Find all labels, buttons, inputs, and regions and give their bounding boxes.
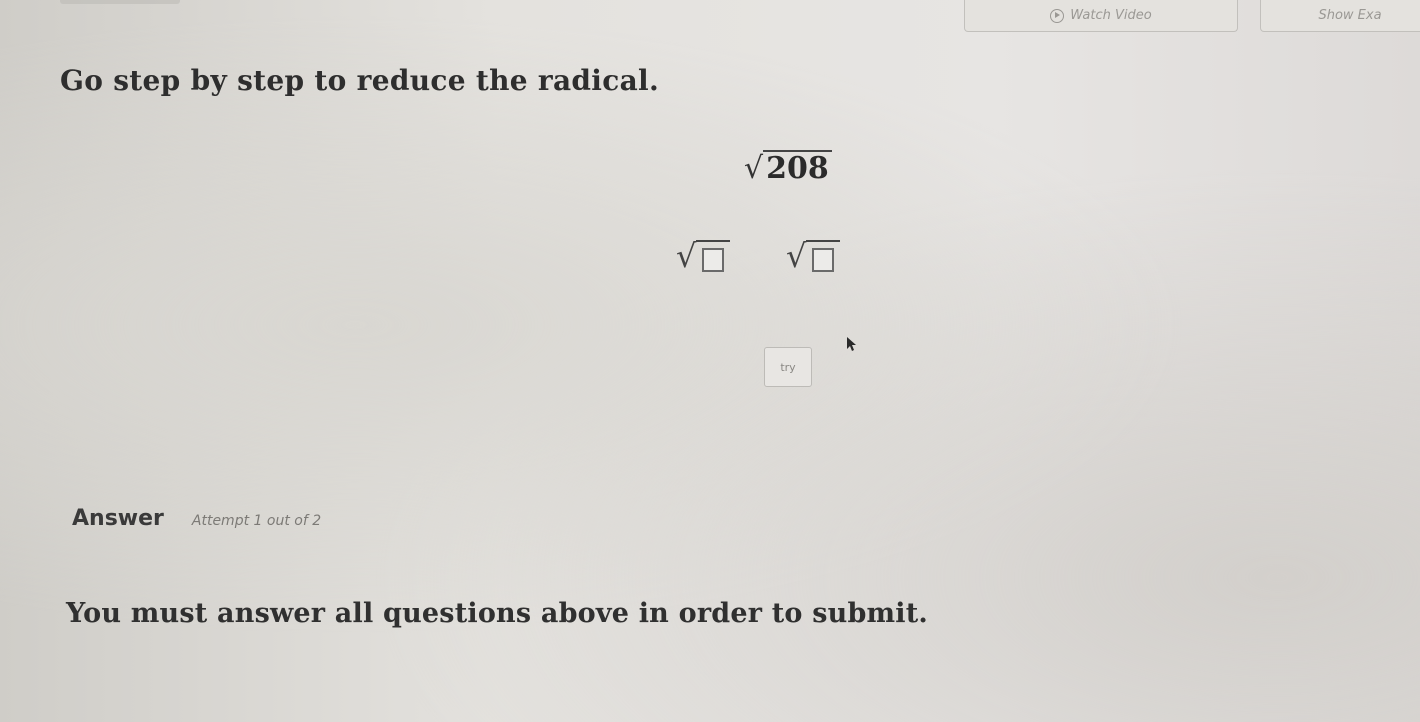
submit-requirement-message: You must answer all questions above in o… (66, 598, 929, 629)
problem-radical: √ 208 (744, 150, 832, 184)
answer-radical-2: √ (786, 237, 841, 275)
radical-sign-icon: √ (676, 237, 697, 275)
play-circle-icon (1050, 8, 1065, 23)
show-example-button[interactable]: Show Exa (1260, 0, 1420, 32)
top-left-cropped-element (60, 0, 180, 4)
radical-sign-icon: √ (786, 237, 807, 275)
problem-radicand: 208 (763, 150, 832, 184)
try-button[interactable]: try (764, 347, 812, 387)
answer-radical-1: √ (676, 237, 731, 275)
show-example-label: Show Exa (1318, 8, 1382, 23)
question-instruction: Go step by step to reduce the radical. (60, 64, 660, 97)
answer-row: Answer Attempt 1 out of 2 (72, 506, 321, 531)
attempt-counter: Attempt 1 out of 2 (191, 513, 322, 529)
answer-label: Answer (72, 506, 164, 531)
radicand-input-2[interactable] (812, 248, 835, 272)
radicand-input-1[interactable] (702, 248, 725, 272)
watch-video-button[interactable]: Watch Video (964, 0, 1238, 32)
radical-sign-icon: √ (744, 151, 764, 186)
watch-video-label: Watch Video (1070, 8, 1152, 23)
mouse-pointer-icon (847, 337, 856, 351)
